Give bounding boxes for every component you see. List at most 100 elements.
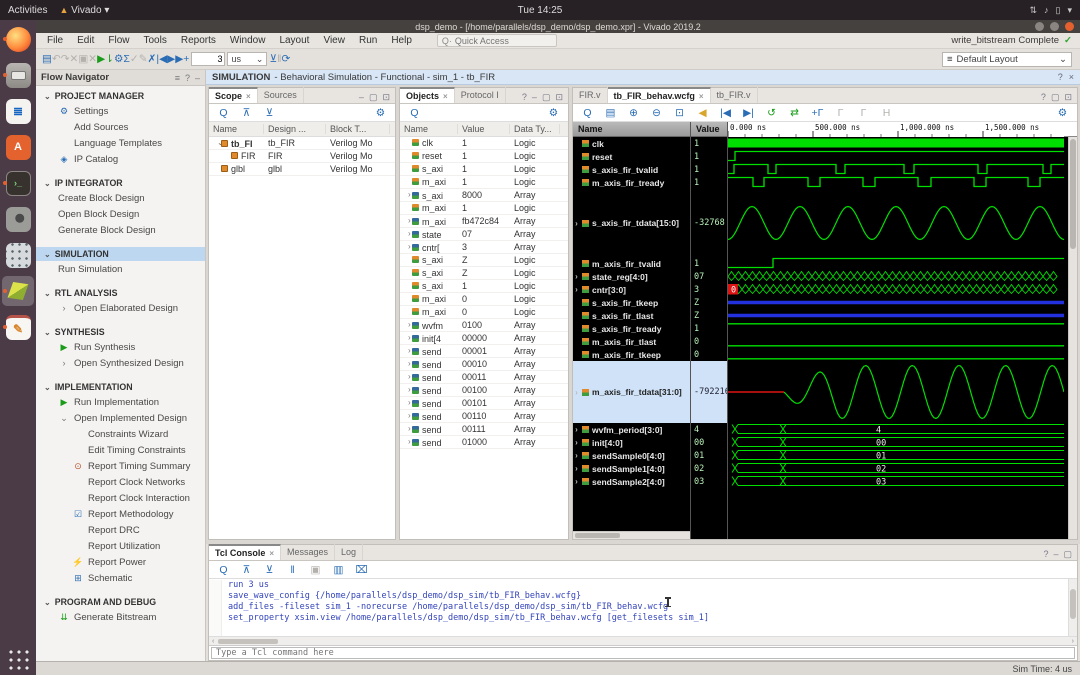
prev-transition-icon[interactable]: |◀ — [717, 107, 734, 119]
step-icon[interactable]: ⊻ — [269, 53, 277, 65]
wave-signal-name[interactable]: ›wvfm_period[3:0] — [573, 423, 690, 436]
flow-item-report-drc[interactable]: Report DRC — [36, 522, 205, 538]
wave-trace[interactable]: 01 — [728, 449, 1077, 462]
wave-signal-name[interactable]: ›s_axis_fir_tdata[15:0] — [573, 203, 690, 243]
delete-icon[interactable]: ✕ — [88, 53, 97, 65]
wave-signal-name[interactable]: ›cntr[3:0] — [573, 283, 690, 296]
float-panel-icon[interactable]: ⊡ — [1064, 92, 1072, 103]
max-panel-icon[interactable]: ▢ — [369, 92, 378, 103]
settings-icon[interactable]: ⚙ — [114, 53, 123, 65]
search-icon[interactable]: Q — [579, 107, 596, 119]
flow-item-constraints-wizard[interactable]: Constraints Wizard — [36, 426, 205, 442]
object-row[interactable]: s_axiZLogic — [400, 267, 568, 280]
flow-item-report-utilization[interactable]: Report Utilization — [36, 538, 205, 554]
wave-trace[interactable] — [728, 361, 1077, 423]
float-panel-icon[interactable]: ⊡ — [555, 92, 563, 103]
wave-timeline-ruler[interactable]: 0.000 ns500.000 ns1,000.000 ns1,500.000 … — [728, 122, 1077, 137]
column-header[interactable]: Value — [458, 124, 510, 134]
wave-signal-value[interactable]: 02 — [691, 462, 727, 475]
flow-item-generate-block-design[interactable]: Generate Block Design — [36, 222, 205, 238]
wave-trace[interactable]: 4 — [728, 423, 1077, 436]
menu-help[interactable]: Help — [384, 35, 419, 46]
tab-tb_fir_behav-wcfg[interactable]: tb_FIR_behav.wcfg× — [608, 87, 711, 103]
flow-section-project-manager[interactable]: ⌄PROJECT MANAGER — [36, 89, 205, 103]
dock-files[interactable] — [2, 60, 34, 90]
wave-signal-value[interactable]: 1 — [691, 163, 727, 176]
wave-signal-name[interactable]: ›m_axis_fir_tdata[31:0] — [573, 361, 690, 423]
flow-item-report-methodology[interactable]: ☑Report Methodology — [36, 506, 205, 522]
minimize-panel-icon[interactable]: – — [195, 73, 200, 83]
help-icon[interactable]: ? — [185, 73, 190, 83]
help-icon[interactable]: ? — [1041, 92, 1046, 103]
redo-icon[interactable]: ↷ — [61, 53, 70, 65]
close-tab-icon[interactable]: × — [699, 92, 704, 101]
dock-text-editor[interactable]: ✎ — [2, 312, 34, 342]
object-row[interactable]: s_axiZLogic — [400, 254, 568, 267]
flow-section-implementation[interactable]: ⌄IMPLEMENTATION — [36, 380, 205, 394]
wave-trace[interactable]: 0 — [728, 283, 1077, 296]
tab-tb_fir-v[interactable]: tb_FIR.v — [711, 87, 758, 103]
object-row[interactable]: ›send00001Array — [400, 345, 568, 358]
wave-trace[interactable] — [728, 150, 1077, 163]
expand-icon[interactable]: › — [573, 272, 580, 281]
wave-trace[interactable] — [728, 243, 1077, 257]
expand-icon[interactable]: › — [573, 285, 580, 294]
tcl-hscrollbar[interactable]: ‹› — [209, 636, 1077, 645]
close-tab-icon[interactable]: × — [269, 549, 274, 558]
menu-flow[interactable]: Flow — [101, 35, 136, 46]
collapse-all-icon[interactable]: ⊼ — [238, 564, 255, 576]
wave-trace[interactable] — [728, 257, 1077, 270]
menu-layout[interactable]: Layout — [272, 35, 316, 46]
flow-item-run-implementation[interactable]: ▶Run Implementation — [36, 394, 205, 410]
flow-item-ip-catalog[interactable]: ◈IP Catalog — [36, 151, 205, 167]
wave-trace[interactable] — [728, 348, 1077, 361]
object-row[interactable]: m_axi1Logic — [400, 202, 568, 215]
dock-terminal[interactable]: ›_ — [2, 168, 34, 198]
menu-edit[interactable]: Edit — [70, 35, 101, 46]
expand-icon[interactable]: › — [573, 464, 580, 473]
expand-icon[interactable]: › — [573, 388, 580, 397]
min-panel-icon[interactable]: – — [359, 92, 364, 103]
wave-trace[interactable] — [728, 335, 1077, 348]
expand-icon[interactable]: › — [573, 219, 580, 228]
scope-row[interactable]: glblglblVerilog Mo — [209, 163, 395, 176]
wave-signal-name[interactable]: s_axis_fir_tready — [573, 322, 690, 335]
menu-tools[interactable]: Tools — [136, 35, 173, 46]
flow-item-report-clock-networks[interactable]: Report Clock Networks — [36, 474, 205, 490]
search-icon[interactable]: Q — [215, 107, 232, 119]
wave-trace[interactable] — [728, 163, 1077, 176]
flow-item-open-implemented-design[interactable]: ⌄Open Implemented Design — [36, 410, 205, 426]
columns-icon[interactable]: ▥ — [330, 564, 347, 576]
column-header[interactable]: Design ... — [264, 124, 326, 134]
settings-icon[interactable]: ⚙ — [372, 107, 389, 119]
wave-signal-name[interactable]: s_axis_fir_tkeep — [573, 296, 690, 309]
wave-signal-name[interactable]: m_axis_fir_tlast — [573, 335, 690, 348]
wave-signal-value[interactable]: 1 — [691, 322, 727, 335]
expand-icon[interactable]: › — [573, 451, 580, 460]
close-tab-icon[interactable]: × — [443, 92, 448, 101]
object-row[interactable]: ›send00110Array — [400, 410, 568, 423]
wave-signal-value[interactable]: 1 — [691, 137, 727, 150]
tcl-log[interactable]: run 3 ussave_wave_config {/home/parallel… — [209, 579, 1077, 636]
volume-icon[interactable]: ♪ — [1044, 5, 1049, 15]
minimize-button[interactable] — [1035, 22, 1044, 31]
wave-trace[interactable]: 03 — [728, 475, 1077, 488]
wave-signal-name[interactable]: s_axis_fir_tlast — [573, 309, 690, 322]
object-row[interactable]: s_axi1Logic — [400, 163, 568, 176]
edit-icon[interactable]: ✎ — [139, 53, 148, 65]
wave-signal-value[interactable]: 1 — [691, 176, 727, 189]
help-icon[interactable]: ? — [1043, 549, 1048, 560]
flow-item-create-block-design[interactable]: Create Block Design — [36, 190, 205, 206]
wave-signal-name[interactable]: m_axis_fir_tvalid — [573, 257, 690, 270]
wave-signal-name[interactable]: ›init[4:0] — [573, 436, 690, 449]
flow-item-add-sources[interactable]: Add Sources — [36, 119, 205, 135]
wave-signal-value[interactable]: 07 — [691, 270, 727, 283]
max-panel-icon[interactable]: ▢ — [542, 92, 551, 103]
wave-signal-value[interactable]: 1 — [691, 150, 727, 163]
tcl-command-input[interactable] — [211, 647, 1075, 659]
activities-button[interactable]: Activities — [8, 5, 47, 16]
copy-icon[interactable]: ▣ — [78, 53, 88, 65]
flow-item-open-elaborated-design[interactable]: ›Open Elaborated Design — [36, 300, 205, 316]
battery-icon[interactable]: ▯ — [1056, 5, 1061, 16]
wave-vscrollbar[interactable] — [1068, 137, 1077, 539]
